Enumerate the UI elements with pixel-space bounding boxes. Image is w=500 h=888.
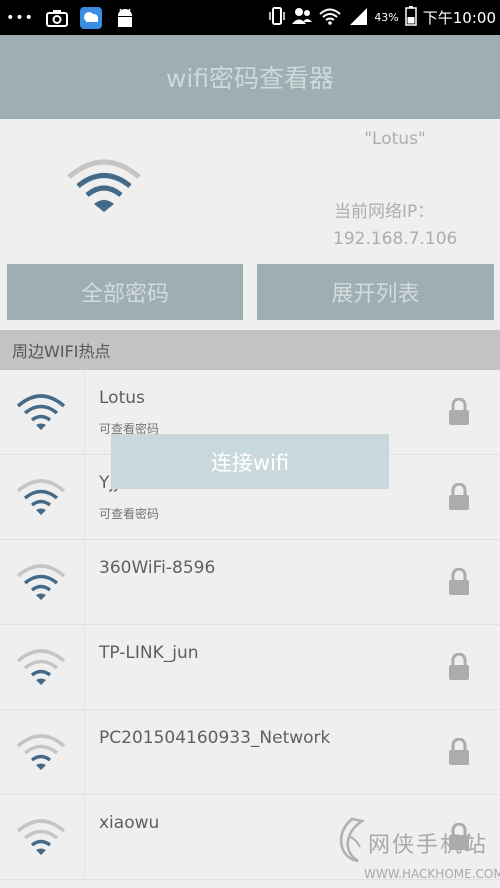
divider	[84, 370, 85, 454]
lock-icon	[448, 567, 470, 600]
network-name: Lotus	[99, 388, 145, 408]
section-header: 周边WIFI热点	[0, 330, 500, 370]
signal-icon	[348, 6, 368, 30]
wifi-signal-icon	[66, 157, 142, 217]
status-bar: ••• 43% 下午10:00	[0, 0, 500, 35]
all-passwords-button[interactable]: 全部密码	[7, 264, 243, 320]
watermark: 网侠手机站 WWW.HACKHOME.COM	[336, 815, 500, 885]
vibrate-icon	[268, 6, 286, 30]
wifi-signal-icon	[16, 477, 66, 521]
network-name: PC201504160933_Network	[99, 728, 331, 748]
watermark-name: 网侠手机站	[368, 833, 489, 858]
network-name: TP-LINK_jun	[99, 643, 199, 663]
wifi-signal-icon	[16, 732, 66, 776]
divider	[84, 795, 85, 879]
connect-wifi-button[interactable]: 连接wifi	[111, 434, 389, 489]
contacts-icon	[292, 7, 313, 29]
notification-dots: •••	[6, 9, 34, 26]
lock-icon	[448, 482, 470, 515]
network-name: xiaowu	[99, 813, 160, 833]
wifi-signal-icon	[16, 562, 66, 606]
lock-icon	[448, 652, 470, 685]
expand-list-button[interactable]: 展开列表	[257, 264, 494, 320]
current-ssid: "Lotus"	[364, 129, 426, 149]
wifi-signal-icon	[16, 817, 66, 861]
weather-icon	[78, 6, 104, 29]
network-row[interactable]: 360WiFi-8596	[0, 540, 500, 625]
lock-icon	[448, 397, 470, 430]
wifi-icon	[318, 7, 342, 29]
camera-icon	[44, 7, 70, 29]
divider	[84, 540, 85, 624]
battery-percent: 43%	[374, 11, 399, 24]
lock-icon	[448, 737, 470, 770]
ip-label: 当前网络IP：	[334, 202, 435, 222]
network-row[interactable]: PC201504160933_Network	[0, 710, 500, 795]
network-row[interactable]: TP-LINK_jun	[0, 625, 500, 710]
divider	[84, 710, 85, 794]
divider	[84, 625, 85, 709]
wifi-signal-icon	[16, 392, 66, 436]
watermark-logo-icon	[336, 817, 368, 867]
app-title: wifi密码查看器	[165, 64, 335, 93]
wifi-signal-icon	[16, 647, 66, 691]
connect-wifi-label: 连接wifi	[210, 450, 290, 475]
battery-icon	[405, 5, 417, 30]
divider	[84, 455, 85, 539]
android-icon	[112, 7, 138, 29]
clock: 下午10:00	[422, 9, 496, 27]
watermark-url: WWW.HACKHOME.COM	[364, 867, 500, 881]
network-status: 可查看密码	[99, 507, 160, 521]
app-title-bar: wifi密码查看器	[0, 35, 500, 119]
section-title: 周边WIFI热点	[12, 342, 111, 361]
network-name: 360WiFi-8596	[99, 558, 216, 578]
ip-value: 192.168.7.106	[333, 229, 458, 249]
